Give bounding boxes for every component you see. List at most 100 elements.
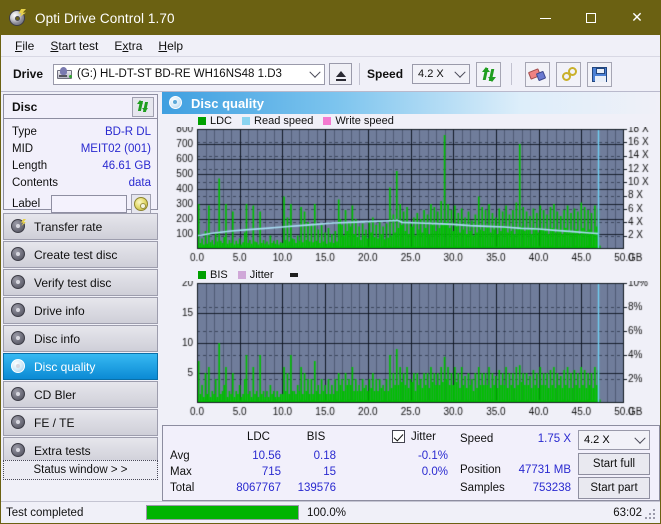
bis-chart: BIS Jitter bbox=[162, 268, 660, 281]
sidebar-item-label: Create test disc bbox=[34, 248, 117, 262]
bis-chart-legend: BIS Jitter bbox=[162, 268, 660, 281]
disc-quality-icon bbox=[169, 96, 183, 110]
ldc-chart: LDC Read speed Write speed bbox=[162, 114, 660, 127]
status-window-button[interactable]: Status window > > bbox=[3, 460, 158, 480]
drive-label: Drive bbox=[13, 67, 43, 81]
toolbar-divider-2 bbox=[511, 63, 512, 85]
minimize-button[interactable] bbox=[522, 1, 568, 35]
sidebar-nav: Transfer rate Create test disc Verify te… bbox=[3, 213, 158, 465]
disc-label-input[interactable] bbox=[51, 195, 127, 213]
disc-row-type: Type BD-R DL bbox=[12, 123, 151, 140]
stats-ldc-max: 715 bbox=[236, 466, 281, 478]
sidebar-item-cd-bler[interactable]: CD Bler bbox=[3, 381, 158, 408]
disc-row-mid-key: MID bbox=[12, 143, 33, 155]
disc-label-key: Label bbox=[12, 198, 51, 210]
disc-row-type-key: Type bbox=[12, 126, 37, 138]
jitter-label: Jitter bbox=[411, 431, 436, 443]
status-bar: Test completed 100.0% 63:02 bbox=[1, 501, 660, 523]
sidebar-item-disc-info[interactable]: Disc info bbox=[3, 325, 158, 352]
stats-position-label: Position bbox=[460, 464, 501, 476]
stats-bis-avg: 0.18 bbox=[291, 450, 336, 462]
disc-icon bbox=[11, 415, 26, 430]
stats-samples-value: 753238 bbox=[503, 482, 571, 494]
legend-label-read-speed: Read speed bbox=[254, 115, 313, 127]
window-title: Opti Drive Control 1.70 bbox=[35, 11, 522, 26]
start-full-button[interactable]: Start full bbox=[578, 453, 650, 475]
eraser-icon bbox=[529, 67, 546, 81]
sidebar-item-fe-te[interactable]: FE / TE bbox=[3, 409, 158, 436]
drive-icon bbox=[57, 67, 73, 81]
close-button[interactable]: ✕ bbox=[614, 1, 660, 35]
disc-icon bbox=[11, 387, 26, 402]
stats-row-total: Total bbox=[170, 482, 194, 494]
legend-swatch-write-speed bbox=[323, 117, 331, 125]
sidebar-item-create-test-disc[interactable]: Create test disc bbox=[3, 241, 158, 268]
stats-jitter-max: 0.0% bbox=[393, 466, 448, 478]
speed-select-value: 4.2 X bbox=[418, 68, 444, 80]
test-speed-value: 4.2 X bbox=[584, 434, 610, 446]
page-title: Disc quality bbox=[191, 96, 264, 111]
stats-ldc-total: 8067767 bbox=[226, 482, 281, 494]
disc-icon bbox=[11, 443, 26, 458]
disc-panel-header: Disc bbox=[4, 95, 157, 119]
save-button[interactable] bbox=[587, 62, 612, 87]
stats-jitter-avg: -0.1% bbox=[393, 450, 448, 462]
disc-label-button[interactable] bbox=[131, 194, 151, 214]
speed-label: Speed bbox=[367, 67, 403, 81]
menu-start-test[interactable]: Start test bbox=[42, 37, 106, 55]
jitter-checkbox[interactable] bbox=[392, 430, 405, 443]
refresh-button[interactable] bbox=[476, 62, 501, 87]
test-speed-select[interactable]: 4.2 X bbox=[578, 430, 650, 450]
legend-label-ldc: LDC bbox=[210, 115, 232, 127]
toolbar-divider bbox=[359, 63, 360, 85]
stats-speed-value: 1.75 X bbox=[503, 433, 571, 445]
sidebar-item-disc-quality[interactable]: Disc quality bbox=[3, 353, 158, 380]
disc-row-mid-value: MEIT02 (001) bbox=[81, 143, 151, 155]
erase-disc-button[interactable] bbox=[525, 62, 550, 87]
speed-select[interactable]: 4.2 X bbox=[412, 64, 470, 84]
disc-info-panel: Disc Type BD-R DL MID MEIT0 bbox=[3, 94, 158, 210]
ldc-chart-legend: LDC Read speed Write speed bbox=[162, 114, 660, 127]
stats-position-value: 47731 MB bbox=[503, 464, 571, 476]
title-bar: Opti Drive Control 1.70 ✕ bbox=[1, 1, 660, 35]
sidebar-item-verify-test-disc[interactable]: Verify test disc bbox=[3, 269, 158, 296]
disc-quality-icon bbox=[11, 359, 26, 374]
status-message: Test completed bbox=[6, 507, 146, 519]
disc-refresh-button[interactable] bbox=[132, 97, 154, 117]
stats-bis-total: 139576 bbox=[281, 482, 336, 494]
legend-swatch-read-speed bbox=[242, 117, 250, 125]
refresh-icon bbox=[481, 67, 496, 82]
drive-select[interactable]: (G:) HL-DT-ST BD-RE WH16NS48 1.D3 bbox=[53, 64, 325, 85]
menu-help[interactable]: Help bbox=[150, 37, 191, 55]
maximize-button[interactable] bbox=[568, 1, 614, 35]
legend-label-write-speed: Write speed bbox=[335, 115, 394, 127]
legend-swatch-jitter bbox=[238, 271, 246, 279]
disc-row-contents: Contents data bbox=[12, 174, 151, 191]
sidebar-item-label: Drive info bbox=[34, 304, 85, 318]
eject-button[interactable] bbox=[329, 63, 352, 85]
legend-swatch-ldc bbox=[198, 117, 206, 125]
stats-samples-label: Samples bbox=[460, 482, 505, 494]
sidebar-item-transfer-rate[interactable]: Transfer rate bbox=[3, 213, 158, 240]
bitsetting-button[interactable] bbox=[556, 62, 581, 87]
app-disc-icon bbox=[9, 9, 27, 27]
disc-label-row: Label bbox=[12, 194, 151, 214]
stats-col-bis: BIS bbox=[296, 431, 336, 443]
disc-panel-title: Disc bbox=[12, 100, 37, 114]
start-part-button[interactable]: Start part bbox=[578, 477, 650, 499]
disc-row-contents-value: data bbox=[129, 177, 151, 189]
sidebar-item-label: Transfer rate bbox=[34, 220, 102, 234]
stats-row-avg: Avg bbox=[170, 450, 190, 462]
sidebar-item-label: Disc info bbox=[34, 332, 80, 346]
app-window: Opti Drive Control 1.70 ✕ File Start tes… bbox=[0, 0, 661, 524]
sidebar-item-drive-info[interactable]: Drive info bbox=[3, 297, 158, 324]
menu-file[interactable]: File bbox=[7, 37, 42, 55]
resize-grip[interactable] bbox=[645, 509, 657, 521]
chevron-down-icon bbox=[634, 433, 645, 444]
disc-info-icon bbox=[11, 303, 26, 318]
stats-col-ldc: LDC bbox=[236, 431, 281, 443]
sidebar-item-label: CD Bler bbox=[34, 388, 76, 402]
menu-extra[interactable]: Extra bbox=[106, 37, 150, 55]
progress-bar bbox=[146, 505, 299, 520]
close-icon: ✕ bbox=[631, 11, 643, 25]
